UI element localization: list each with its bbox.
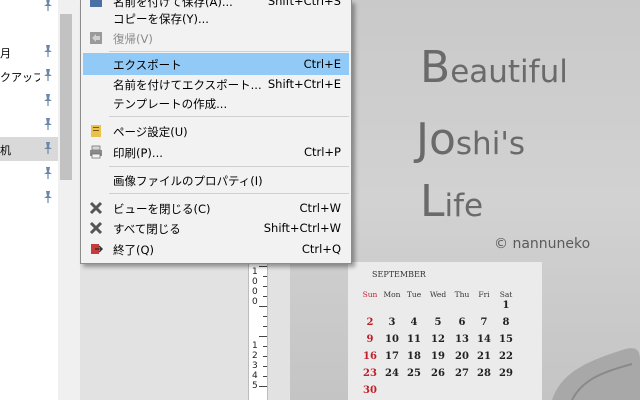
menu-item-export[interactable]: エクスポート Ctrl+E	[83, 53, 349, 75]
ruler-tick	[259, 386, 267, 387]
menu-item-revert[interactable]: 復帰(V)	[83, 27, 349, 49]
menu-separator	[109, 116, 349, 117]
calendar-day: 3	[388, 317, 396, 328]
menu-item-close-view[interactable]: ビューを閉じる(C) Ctrl+W	[83, 197, 349, 219]
vertical-ruler: 1 0 0 0 1 2 3 4 5	[248, 262, 268, 400]
ruler-tick	[263, 326, 267, 327]
ruler-tick	[263, 316, 267, 317]
calendar-day: 9	[366, 334, 374, 345]
list-item[interactable]	[0, 89, 58, 113]
calendar-day: 20	[455, 351, 469, 362]
title-line-2: Joshi's	[416, 114, 525, 165]
title-line-3: Life	[420, 176, 484, 227]
calendar-weekday: Fri	[478, 290, 490, 299]
pin-icon[interactable]	[42, 141, 54, 155]
close-view-icon	[89, 201, 103, 215]
calendar-day: 11	[407, 334, 421, 345]
quit-icon	[91, 244, 103, 254]
menu-separator	[109, 51, 349, 52]
shoe-illustration	[552, 348, 640, 400]
ruler-tick	[263, 376, 267, 377]
calendar-day: 16	[363, 351, 377, 362]
printer-icon	[90, 145, 102, 159]
calendar-weekday: Sat	[499, 290, 513, 299]
credit-text: © nannuneko	[494, 236, 591, 252]
list-item[interactable]: クアップ	[0, 64, 58, 88]
calendar-day: 27	[455, 368, 469, 379]
calendar-weekday: Sun	[362, 290, 378, 299]
calendar-weekday: Mon	[383, 290, 401, 299]
ruler-tick	[259, 306, 267, 307]
menu-item-page-setup[interactable]: ページ設定(U)	[83, 120, 349, 142]
calendar-day: 24	[385, 368, 399, 379]
ruler-tick	[259, 336, 267, 337]
calendar-day: 1	[502, 300, 510, 311]
calendar-day: 25	[407, 368, 421, 379]
calendar-day: 10	[385, 334, 399, 345]
calendar-weekday: Wed	[429, 290, 447, 299]
menu-item-create-template[interactable]: テンプレートの作成...	[83, 92, 349, 114]
calendar-month: SEPTEMBER	[372, 270, 426, 279]
pin-icon[interactable]	[42, 44, 54, 58]
list-item[interactable]	[0, 113, 58, 137]
ruler-tick	[263, 346, 267, 347]
calendar-day: 23	[363, 368, 377, 379]
menu-separator	[109, 193, 349, 194]
calendar-day: 4	[410, 317, 418, 328]
list-item-selected[interactable]: 机	[0, 137, 58, 161]
calendar-day: 8	[502, 317, 510, 328]
menu-separator	[109, 166, 349, 167]
calendar-day: 26	[431, 368, 445, 379]
pin-icon[interactable]	[42, 93, 54, 107]
pin-icon[interactable]	[42, 0, 54, 12]
calendar-weekday: Thu	[454, 290, 470, 299]
calendar-day: 12	[431, 334, 445, 345]
list-item[interactable]	[0, 186, 58, 210]
file-browser-panel: 月 クアップ 机	[0, 0, 58, 400]
calendar-day: 7	[480, 317, 488, 328]
calendar-day: 18	[407, 351, 421, 362]
page-setup-icon	[91, 125, 101, 137]
calendar-day: 15	[499, 334, 513, 345]
menu-item-close-all[interactable]: すべて閉じる Shift+Ctrl+W	[83, 217, 349, 239]
calendar-day: 5	[434, 317, 442, 328]
left-scrollbar[interactable]	[58, 0, 74, 400]
list-item[interactable]	[0, 162, 58, 186]
ruler-tick	[263, 356, 267, 357]
calendar-day: 28	[477, 368, 491, 379]
calendar-day: 19	[431, 351, 445, 362]
calendar-day: 30	[363, 385, 377, 396]
ruler-tick	[263, 296, 267, 297]
menu-item-print[interactable]: 印刷(P)... Ctrl+P	[83, 141, 349, 163]
calendar-day: 13	[455, 334, 469, 345]
menu-item-image-properties[interactable]: 画像ファイルのプロパティ(I)	[83, 169, 349, 191]
revert-icon	[90, 32, 102, 44]
calendar-day: 14	[477, 334, 491, 345]
menu-item-save-copy[interactable]: コピーを保存(Y)...	[83, 7, 349, 29]
pin-icon[interactable]	[42, 190, 54, 204]
calendar: SEPTEMBER Sun Mon Tue Wed Thu Fri Sat 1 2 3 4 5 6 7 8 9…	[348, 262, 542, 400]
calendar-day: 17	[385, 351, 399, 362]
file-menu: 名前を付けて保存(A)... Shift+Ctrl+S コピーを保存(Y)...…	[80, 0, 352, 264]
list-item[interactable]: 月	[0, 40, 58, 64]
calendar-day: 21	[477, 351, 491, 362]
calendar-day: 29	[499, 368, 513, 379]
scroll-thumb[interactable]	[60, 14, 72, 180]
pin-icon[interactable]	[42, 166, 54, 180]
ruler-tick	[263, 286, 267, 287]
ruler-tick	[263, 366, 267, 367]
menu-item-quit[interactable]: 終了(Q) Ctrl+Q	[83, 238, 349, 260]
list-item[interactable]	[0, 0, 58, 18]
close-all-icon	[89, 221, 103, 235]
calendar-day: 6	[458, 317, 466, 328]
ruler-tick	[263, 276, 267, 277]
pin-icon[interactable]	[42, 68, 54, 82]
calendar-weekday: Tue	[406, 290, 422, 299]
calendar-day: 22	[499, 351, 513, 362]
title-line-1: Beautiful	[420, 42, 568, 93]
calendar-day: 2	[366, 317, 374, 328]
pin-icon[interactable]	[42, 117, 54, 131]
ruler-tick	[259, 266, 267, 267]
